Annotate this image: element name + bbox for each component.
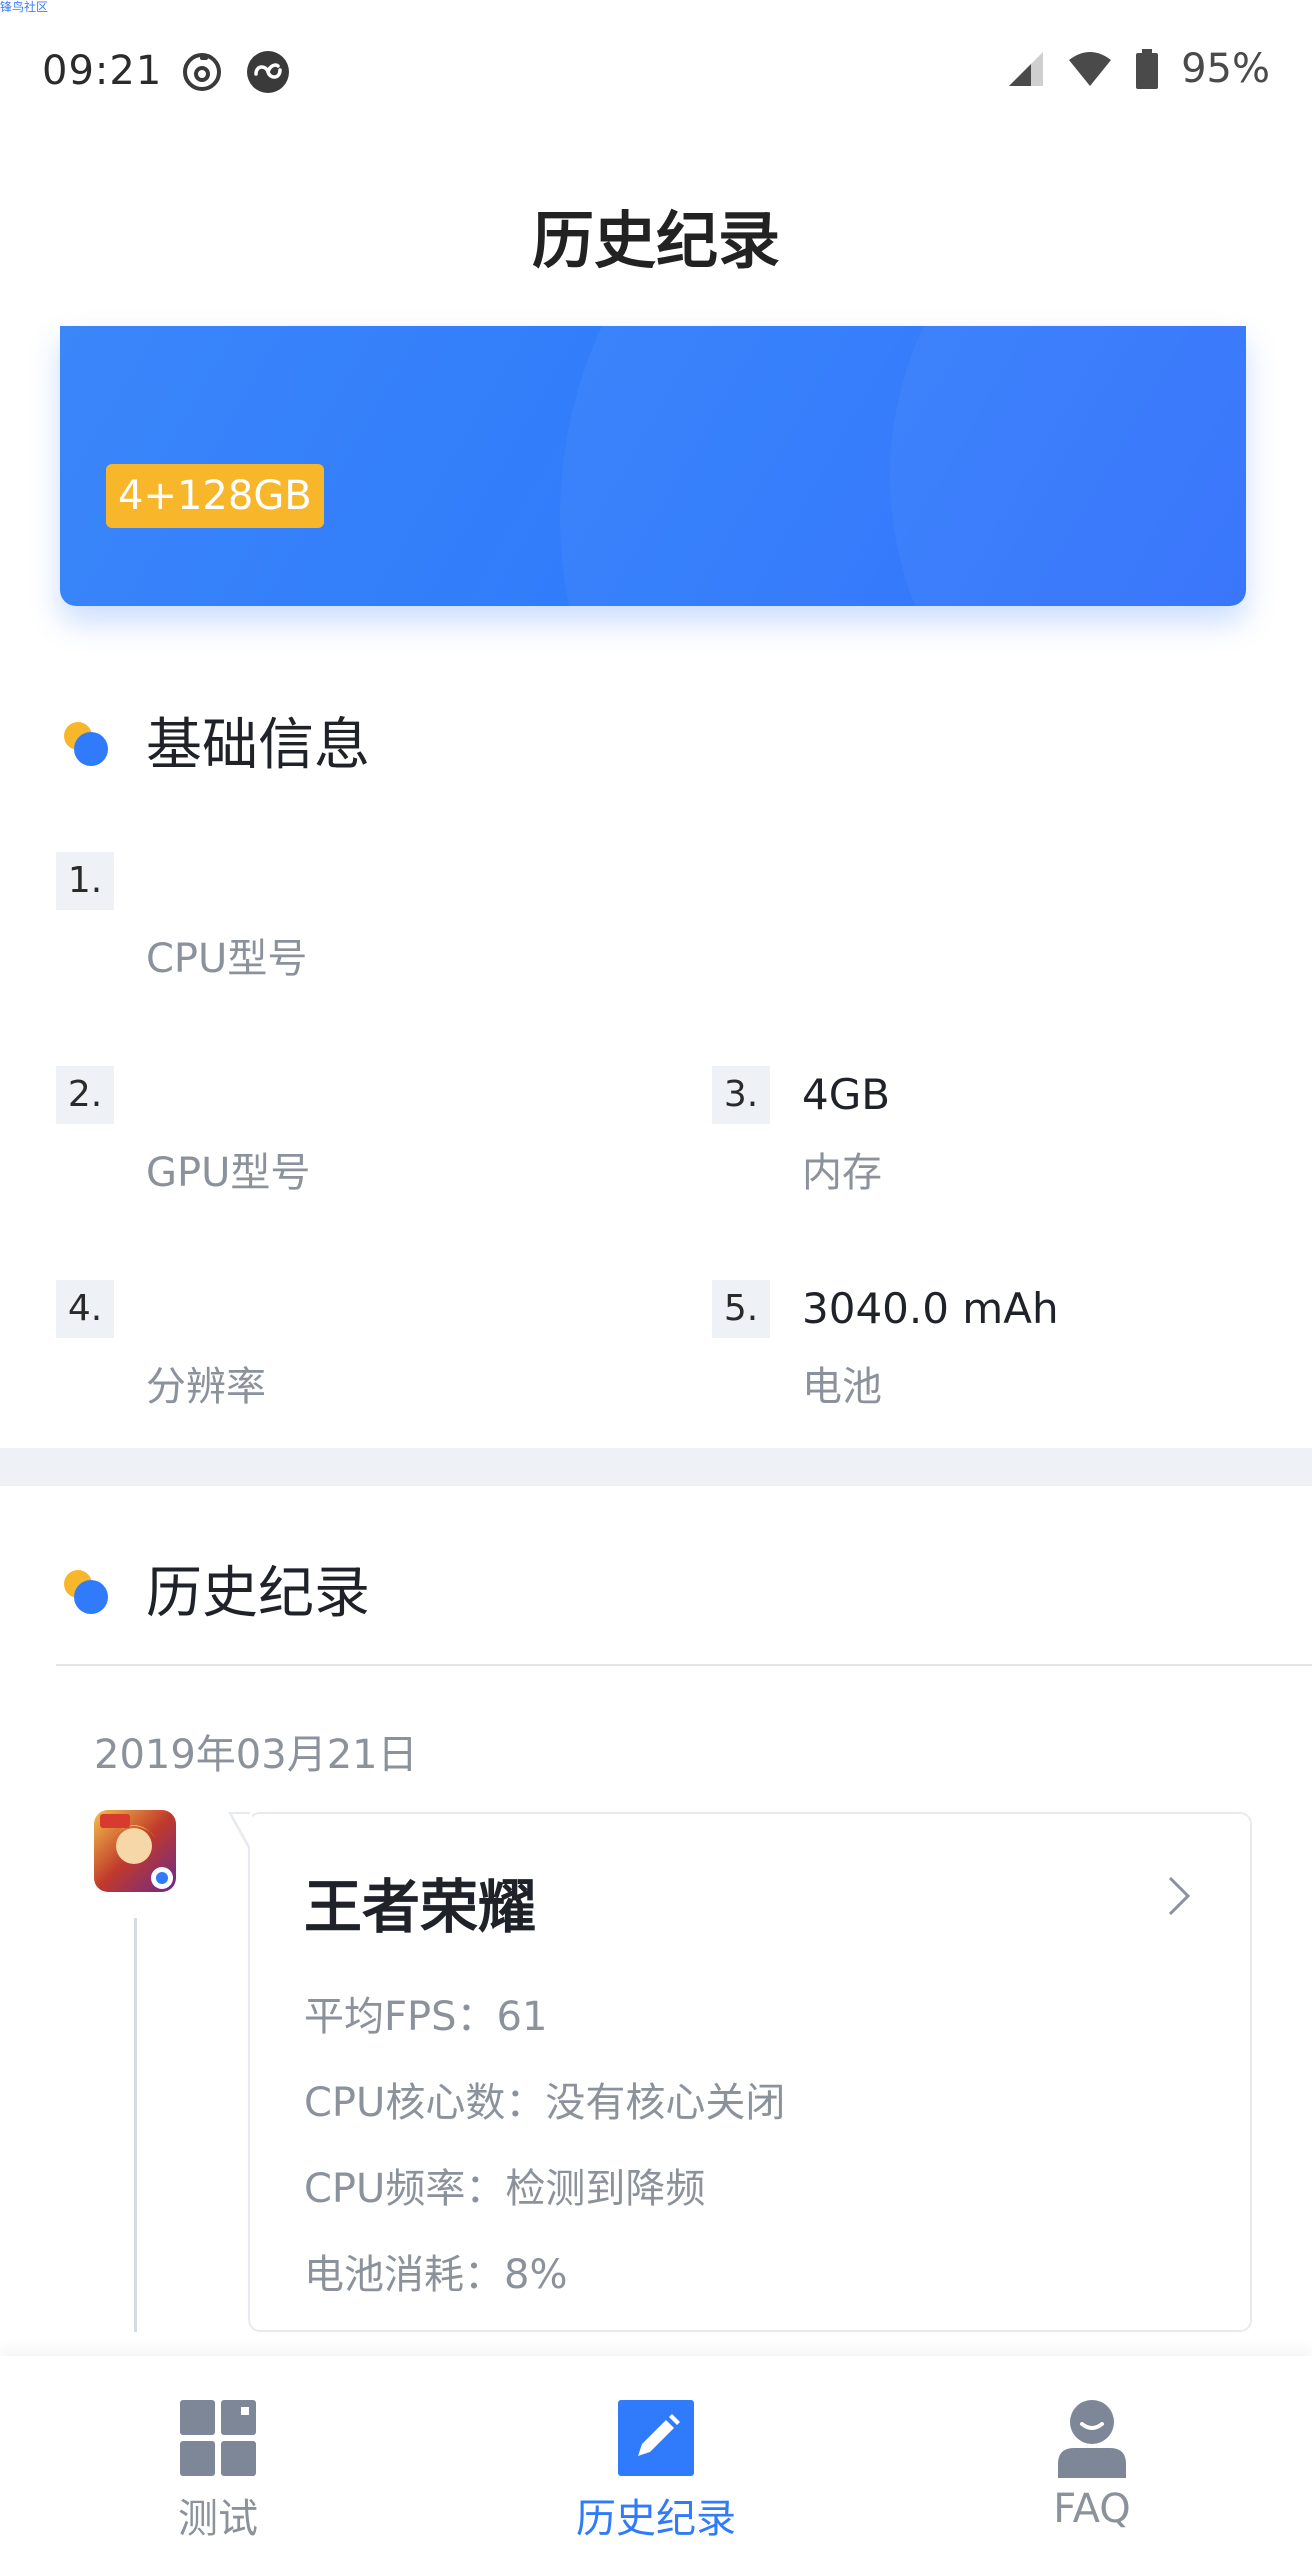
timeline-line bbox=[134, 1918, 137, 2332]
stat-cpu-freq: CPU频率：检测到降频 bbox=[304, 2166, 706, 2212]
storage-spec-badge: 4+128GB bbox=[106, 464, 324, 528]
info-label: 内存 bbox=[802, 1150, 882, 1196]
nav-item-faq[interactable]: FAQ bbox=[962, 2382, 1222, 2552]
record-date: 2019年03月21日 bbox=[94, 1732, 418, 1778]
history-header: 历史纪录 bbox=[60, 1548, 370, 1629]
info-value: 3040.0 mAh bbox=[802, 1284, 1059, 1333]
section-separator bbox=[0, 1448, 1312, 1486]
nav-label: 测试 bbox=[178, 2496, 258, 2542]
record-card[interactable]: 王者荣耀 平均FPS：61 CPU核心数：没有核心关闭 CPU频率：检测到降频 … bbox=[228, 1812, 1252, 2332]
wifi-icon bbox=[1069, 52, 1112, 86]
nav-item-history[interactable]: 历史纪录 bbox=[526, 2382, 786, 2552]
status-right-group: 95% bbox=[1007, 46, 1270, 92]
nav-label: 历史纪录 bbox=[576, 2496, 736, 2542]
info-label: GPU型号 bbox=[146, 1150, 311, 1196]
netease-music-icon bbox=[183, 53, 221, 91]
info-label: 电池 bbox=[802, 1364, 882, 1410]
info-value: 4GB bbox=[802, 1070, 891, 1119]
item-number: 2. bbox=[56, 1066, 114, 1124]
stat-cpu-cores: CPU核心数：没有核心关闭 bbox=[304, 2080, 786, 2126]
item-number: 5. bbox=[712, 1280, 770, 1338]
item-number: 1. bbox=[56, 852, 114, 910]
section-title: 基础信息 bbox=[146, 713, 370, 778]
infinity-app-icon bbox=[247, 51, 289, 93]
info-label: CPU型号 bbox=[146, 936, 308, 982]
stat-battery-usage: 电池消耗：8% bbox=[304, 2252, 568, 2298]
bottom-nav: 测试 历史纪录 FAQ bbox=[0, 2356, 1312, 2560]
section-dots-icon bbox=[60, 1562, 114, 1616]
signal-icon bbox=[1009, 52, 1044, 86]
divider bbox=[56, 1664, 1312, 1666]
card-decoration bbox=[890, 326, 1246, 606]
status-time: 09:21 bbox=[42, 48, 163, 94]
chevron-right-icon[interactable] bbox=[1156, 1874, 1200, 1918]
info-label: 分辨率 bbox=[146, 1364, 266, 1410]
battery-icon bbox=[1136, 49, 1159, 89]
status-bar: 09:21 95% bbox=[0, 0, 1312, 150]
section-dots-icon bbox=[60, 714, 114, 768]
nav-label: FAQ bbox=[1053, 2486, 1131, 2532]
basic-info-header: 基础信息 bbox=[60, 700, 370, 781]
grid-icon bbox=[180, 2400, 256, 2476]
item-number: 3. bbox=[712, 1066, 770, 1124]
honor-of-kings-icon bbox=[94, 1810, 176, 1892]
page-title: 历史纪录 bbox=[531, 204, 780, 277]
item-number: 4. bbox=[56, 1280, 114, 1338]
user-icon bbox=[1058, 2400, 1126, 2478]
game-name: 王者荣耀 bbox=[304, 1873, 537, 1941]
stat-avg-fps: 平均FPS：61 bbox=[304, 1994, 548, 2040]
nav-item-test[interactable]: 测试 bbox=[88, 2382, 348, 2552]
section-title: 历史纪录 bbox=[146, 1561, 370, 1626]
edit-icon bbox=[618, 2400, 694, 2476]
battery-percent: 95% bbox=[1181, 46, 1270, 92]
device-card[interactable]: 4+128GB bbox=[60, 326, 1246, 606]
